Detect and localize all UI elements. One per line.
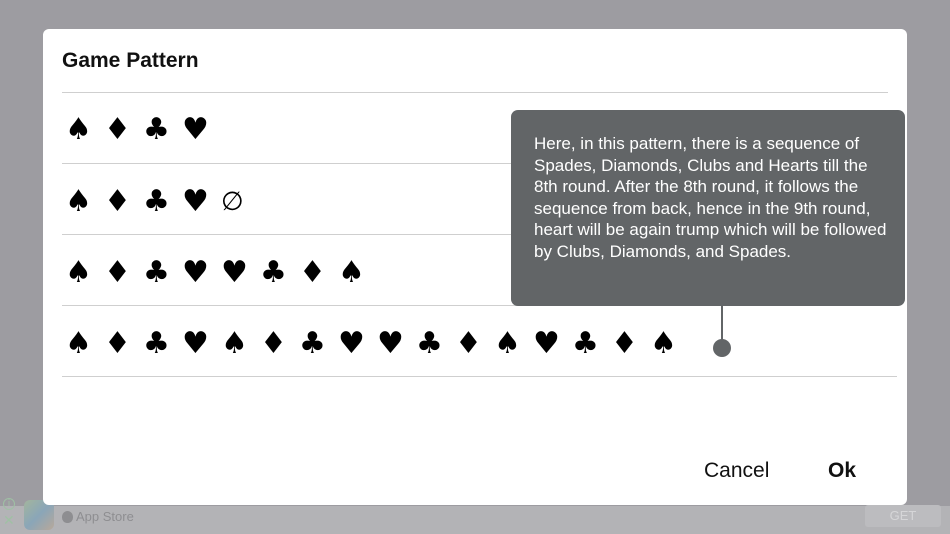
row-divider [62, 234, 530, 235]
diamond-icon: ♦ [104, 255, 131, 290]
heart-icon: ♥ [182, 112, 209, 147]
ad-info-icon[interactable]: i [3, 498, 15, 510]
diamond-icon: ♦ [299, 255, 326, 290]
ad-banner [0, 506, 950, 534]
tooltip-text: Here, in this pattern, there is a sequen… [534, 134, 887, 261]
spade-icon: ♠ [650, 326, 677, 361]
pattern-tooltip: Here, in this pattern, there is a sequen… [511, 110, 905, 306]
spade-icon: ♠ [65, 255, 92, 290]
heart-icon: ♥ [182, 184, 209, 219]
title-divider [62, 92, 888, 93]
spade-icon: ♠ [65, 112, 92, 147]
heart-icon: ♥ [377, 326, 404, 361]
club-icon: ♣ [299, 326, 326, 361]
pattern-row-1[interactable]: ♠ ♦ ♣ ♥ [65, 110, 221, 150]
diamond-icon: ♦ [455, 326, 482, 361]
heart-icon: ♥ [533, 326, 560, 361]
ad-app-store-label: App Store [62, 509, 134, 524]
row-divider [62, 376, 897, 377]
spade-icon: ♠ [65, 184, 92, 219]
ad-close-icon[interactable]: ✕ [3, 514, 15, 528]
apple-icon [62, 510, 73, 523]
cancel-button[interactable]: Cancel [704, 459, 769, 483]
diamond-icon: ♦ [611, 326, 638, 361]
ok-button[interactable]: Ok [828, 459, 856, 483]
club-icon: ♣ [572, 326, 599, 361]
club-icon: ♣ [143, 112, 170, 147]
tooltip-anchor-dot[interactable] [713, 339, 731, 357]
ad-get-button[interactable]: GET [865, 505, 941, 527]
spade-icon: ♠ [494, 326, 521, 361]
diamond-icon: ♦ [104, 112, 131, 147]
diamond-icon: ♦ [260, 326, 287, 361]
club-icon: ♣ [143, 184, 170, 219]
heart-icon: ♥ [182, 326, 209, 361]
spade-icon: ♠ [65, 326, 92, 361]
club-icon: ♣ [260, 255, 287, 290]
ad-store-text: App Store [76, 509, 134, 524]
dialog-title: Game Pattern [62, 49, 199, 72]
pattern-row-4[interactable]: ♠ ♦ ♣ ♥ ♠ ♦ ♣ ♥ ♥ ♣ ♦ ♠ ♥ ♣ ♦ ♠ [65, 324, 689, 364]
spade-icon: ♠ [221, 326, 248, 361]
club-icon: ♣ [416, 326, 443, 361]
heart-icon: ♥ [221, 255, 248, 290]
empty-set-icon: ∅ [221, 187, 244, 217]
row-divider [62, 163, 530, 164]
pattern-row-3[interactable]: ♠ ♦ ♣ ♥ ♥ ♣ ♦ ♠ [65, 253, 377, 293]
diamond-icon: ♦ [104, 326, 131, 361]
club-icon: ♣ [143, 255, 170, 290]
club-icon: ♣ [143, 326, 170, 361]
spade-icon: ♠ [338, 255, 365, 290]
diamond-icon: ♦ [104, 184, 131, 219]
heart-icon: ♥ [182, 255, 209, 290]
heart-icon: ♥ [338, 326, 365, 361]
pattern-row-2[interactable]: ♠ ♦ ♣ ♥ ∅ [65, 182, 260, 222]
row-divider [62, 305, 530, 306]
